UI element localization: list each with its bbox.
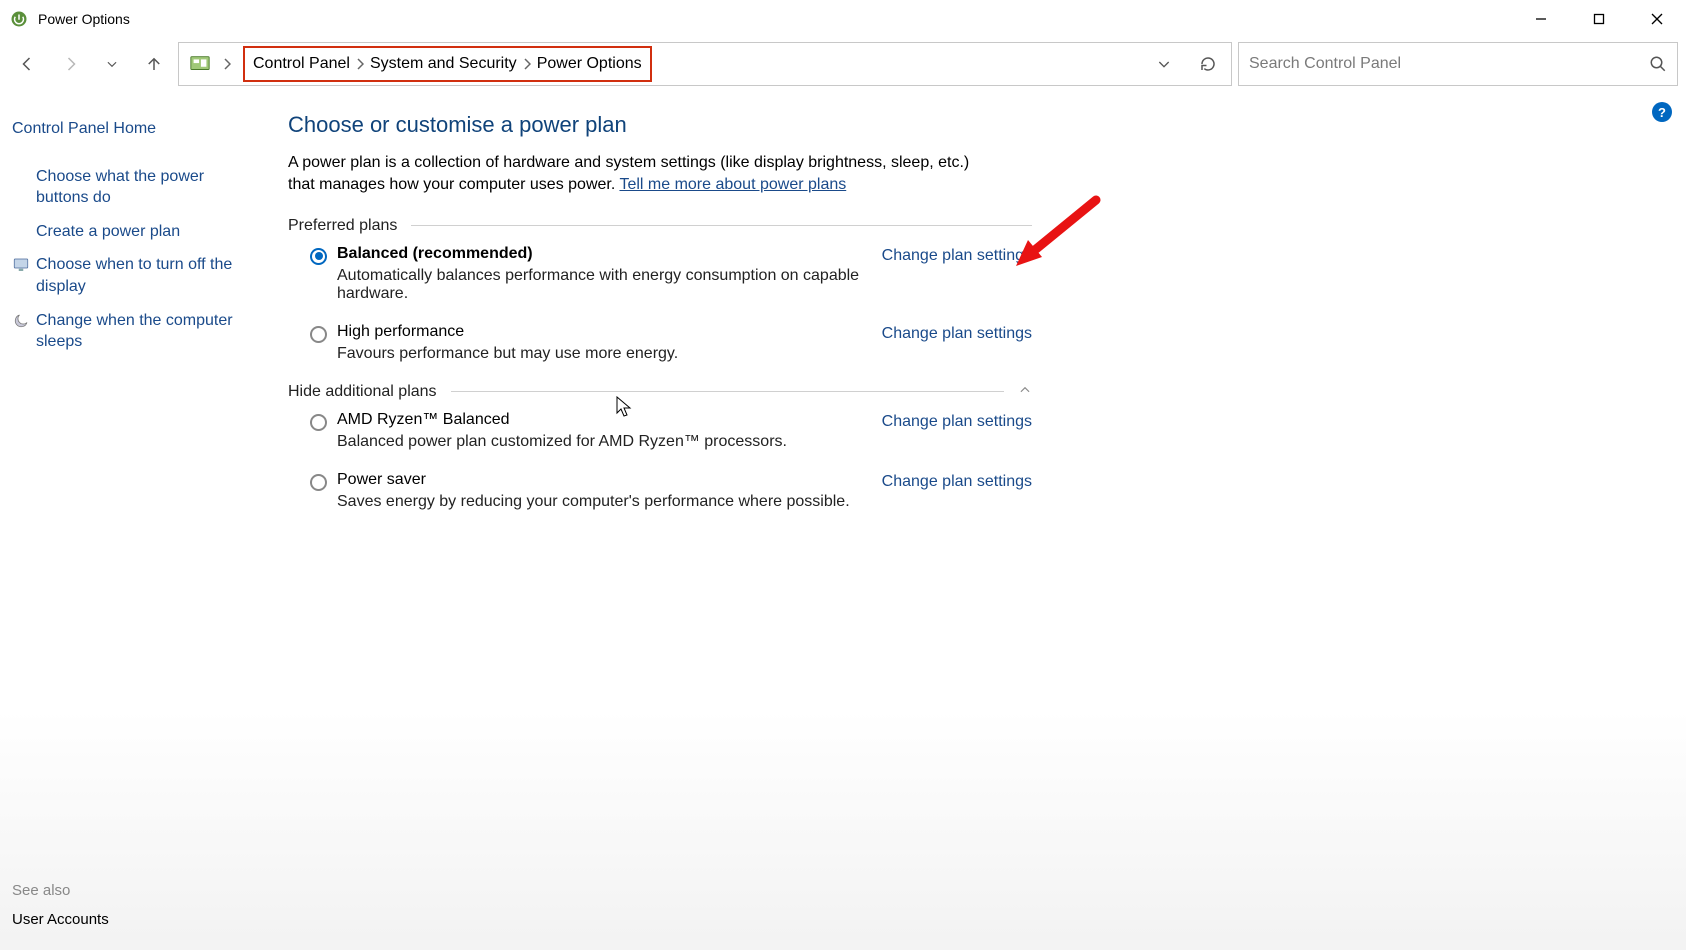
collapse-icon[interactable] [1018, 383, 1032, 401]
plan-desc-balanced: Automatically balances performance with … [337, 267, 872, 303]
breadcrumb-highlight: Control Panel System and Security Power … [243, 46, 652, 82]
plan-balanced: Balanced (recommended) Automatically bal… [310, 245, 1032, 303]
sidebar-task-power-buttons[interactable]: Choose what the power buttons do [36, 166, 258, 209]
preferred-plans-header: Preferred plans [288, 217, 1032, 235]
breadcrumb-item[interactable]: System and Security [370, 55, 517, 73]
change-plan-settings-amd-ryzen[interactable]: Change plan settings [882, 411, 1032, 431]
chevron-right-icon[interactable] [517, 58, 537, 70]
search-icon[interactable] [1649, 55, 1667, 73]
plan-high-performance: High performance Favours performance but… [310, 323, 1032, 363]
chevron-right-icon[interactable] [350, 58, 370, 70]
sidebar-task-display-off[interactable]: Choose when to turn off the display [36, 254, 258, 297]
radio-amd-ryzen[interactable] [310, 414, 327, 431]
blank-icon [12, 223, 30, 241]
sidebar-task-sleep[interactable]: Change when the computer sleeps [36, 310, 258, 353]
radio-high-performance[interactable] [310, 326, 327, 343]
moon-icon [12, 312, 30, 330]
recent-dropdown-button[interactable] [94, 46, 130, 82]
change-plan-settings-balanced[interactable]: Change plan settings [882, 245, 1032, 265]
window-title: Power Options [38, 11, 1512, 27]
minimize-button[interactable] [1512, 0, 1570, 38]
monitor-icon [12, 256, 30, 274]
navigation-row: Control Panel System and Security Power … [0, 38, 1686, 94]
up-button[interactable] [136, 46, 172, 82]
address-dropdown-button[interactable] [1145, 45, 1183, 83]
title-bar: Power Options [0, 0, 1686, 38]
section-label: Preferred plans [288, 217, 397, 235]
address-bar[interactable]: Control Panel System and Security Power … [178, 42, 1232, 86]
plan-name-power-saver[interactable]: Power saver [337, 471, 872, 489]
control-panel-icon [189, 53, 211, 75]
power-options-icon [10, 10, 28, 28]
radio-balanced[interactable] [310, 248, 327, 265]
change-plan-settings-high-performance[interactable]: Change plan settings [882, 323, 1032, 343]
main-content: ? Choose or customise a power plan A pow… [270, 94, 1686, 950]
plan-name-amd-ryzen[interactable]: AMD Ryzen™ Balanced [337, 411, 872, 429]
plan-desc-high-performance: Favours performance but may use more ene… [337, 345, 872, 363]
learn-more-link[interactable]: Tell me more about power plans [619, 176, 846, 193]
close-button[interactable] [1628, 0, 1686, 38]
additional-plans-header[interactable]: Hide additional plans [288, 383, 1032, 401]
sidebar-task-create-plan[interactable]: Create a power plan [36, 221, 180, 243]
divider [411, 225, 1032, 226]
help-button[interactable]: ? [1652, 102, 1672, 122]
search-bar[interactable] [1238, 42, 1678, 86]
change-plan-settings-power-saver[interactable]: Change plan settings [882, 471, 1032, 491]
breadcrumb-item[interactable]: Power Options [537, 55, 642, 73]
search-input[interactable] [1249, 55, 1649, 73]
control-panel-home-link[interactable]: Control Panel Home [12, 112, 258, 146]
plan-amd-ryzen: AMD Ryzen™ Balanced Balanced power plan … [310, 411, 1032, 451]
page-description: A power plan is a collection of hardware… [288, 152, 988, 197]
back-button[interactable] [10, 46, 46, 82]
chevron-right-icon[interactable] [217, 58, 237, 70]
forward-button[interactable] [52, 46, 88, 82]
refresh-button[interactable] [1189, 45, 1227, 83]
see-also-label: See also [12, 878, 258, 909]
plan-name-high-performance[interactable]: High performance [337, 323, 872, 341]
page-title: Choose or customise a power plan [288, 112, 1656, 138]
radio-power-saver[interactable] [310, 474, 327, 491]
plan-name-balanced[interactable]: Balanced (recommended) [337, 245, 872, 263]
sidebar: Control Panel Home Choose what the power… [0, 94, 270, 950]
plan-desc-amd-ryzen: Balanced power plan customized for AMD R… [337, 433, 872, 451]
maximize-button[interactable] [1570, 0, 1628, 38]
section-label: Hide additional plans [288, 383, 437, 401]
blank-icon [12, 168, 30, 186]
see-also-user-accounts[interactable]: User Accounts [12, 909, 258, 938]
breadcrumb-item[interactable]: Control Panel [253, 55, 350, 73]
plan-power-saver: Power saver Saves energy by reducing you… [310, 471, 1032, 511]
plan-desc-power-saver: Saves energy by reducing your computer's… [337, 493, 872, 511]
divider [451, 391, 1004, 392]
